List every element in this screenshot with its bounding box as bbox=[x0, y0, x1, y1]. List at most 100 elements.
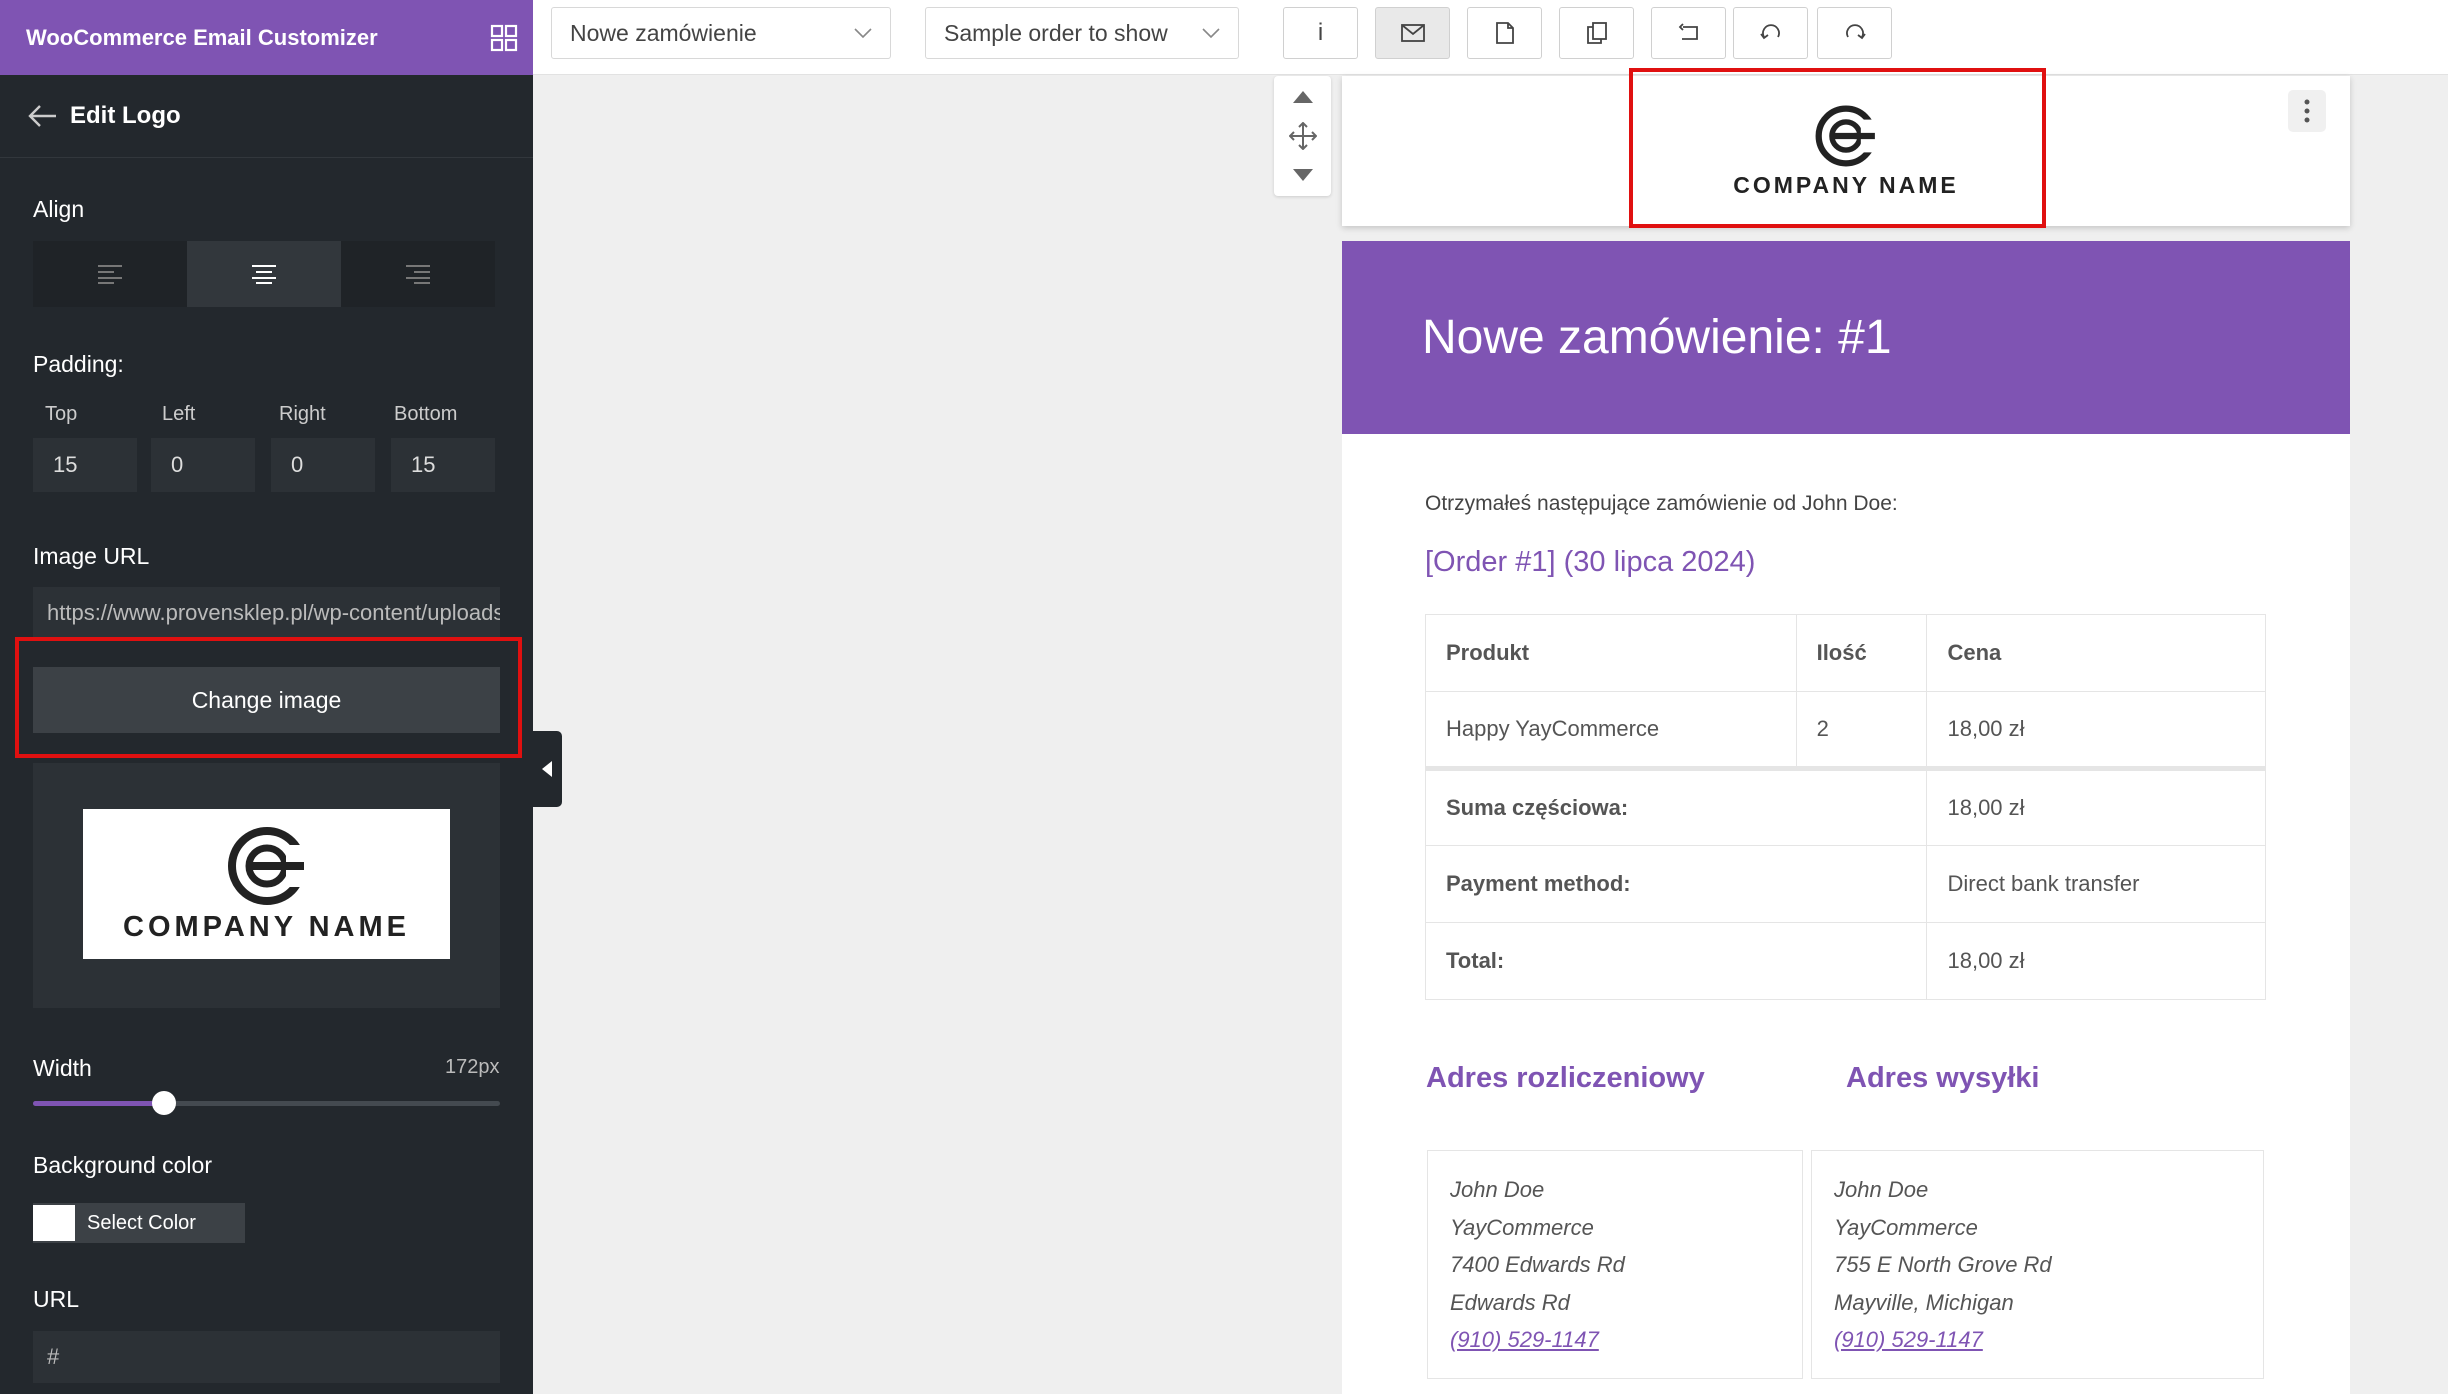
billing-company: YayCommerce bbox=[1450, 1214, 1594, 1240]
shipping-city: Mayville, Michigan bbox=[1834, 1289, 2014, 1315]
change-image-highlight bbox=[15, 637, 522, 758]
align-group bbox=[33, 241, 495, 307]
width-label: Width bbox=[33, 1055, 92, 1081]
select-color-button[interactable]: Select Color bbox=[33, 1203, 245, 1243]
subtotal-value: 18,00 zł bbox=[1926, 766, 2266, 846]
mail-icon bbox=[1400, 24, 1425, 42]
align-label: Align bbox=[33, 196, 85, 222]
total-label: Total: bbox=[1424, 922, 1928, 1000]
link-url-input[interactable] bbox=[33, 1331, 500, 1383]
billing-city: Edwards Rd bbox=[1450, 1289, 1570, 1315]
width-slider-fill bbox=[33, 1101, 164, 1106]
image-url-input[interactable] bbox=[33, 587, 500, 639]
billing-name: John Doe bbox=[1450, 1177, 1545, 1202]
file-icon bbox=[1495, 22, 1514, 44]
undo-button[interactable] bbox=[1733, 7, 1808, 59]
block-move-controls bbox=[1274, 76, 1331, 196]
sidebar: WooCommerce Email Customizer Edit Logo A… bbox=[0, 0, 533, 1394]
move-down-icon[interactable] bbox=[1292, 168, 1313, 181]
image-preview: COMPANY NAME bbox=[33, 763, 500, 1008]
undo-icon bbox=[1759, 24, 1780, 40]
sample-order-select[interactable]: Sample order to show bbox=[925, 7, 1239, 59]
payment-value: Direct bank transfer bbox=[1926, 845, 2266, 923]
logo-highlight bbox=[1629, 68, 2046, 228]
subtotal-label: Suma częściowa: bbox=[1424, 766, 1928, 846]
redo-icon bbox=[1845, 24, 1866, 40]
email-preview: COMPANY NAME Nowe zamówienie: #1 Otrzyma… bbox=[1342, 68, 2350, 1394]
image-url-label: Image URL bbox=[33, 543, 150, 569]
panel-header: Edit Logo bbox=[0, 75, 533, 158]
width-value: 172px bbox=[445, 1056, 500, 1078]
shipping-address-title: Adres wysyłki bbox=[1846, 1062, 2040, 1094]
padding-left-label: Left bbox=[162, 403, 196, 425]
payment-label: Payment method: bbox=[1424, 845, 1928, 923]
page-button[interactable] bbox=[1467, 7, 1542, 59]
back-arrow-icon[interactable] bbox=[28, 100, 60, 132]
billing-phone-link[interactable]: (910) 529-1147 bbox=[1450, 1321, 1802, 1359]
billing-street: 7400 Edwards Rd bbox=[1450, 1252, 1625, 1277]
info-button[interactable]: i bbox=[1283, 7, 1358, 59]
color-swatch bbox=[33, 1205, 75, 1241]
intro-text: Otrzymałeś następujące zamówienie od Joh… bbox=[1425, 492, 1898, 515]
logo-block[interactable]: COMPANY NAME bbox=[1342, 68, 2350, 228]
align-right-button[interactable] bbox=[341, 241, 495, 307]
billing-address-title: Adres rozliczeniowy bbox=[1426, 1062, 1705, 1094]
copy-button[interactable] bbox=[1559, 7, 1634, 59]
toolbar: Nowe zamówienie Sample order to show i bbox=[533, 0, 2448, 75]
column-header: Ilość bbox=[1795, 614, 1928, 692]
column-header: Produkt bbox=[1425, 614, 1797, 692]
background-color-label: Background color bbox=[33, 1152, 212, 1178]
width-slider-handle[interactable] bbox=[151, 1091, 176, 1115]
shipping-company: YayCommerce bbox=[1834, 1214, 1978, 1240]
caret-left-icon bbox=[541, 761, 552, 777]
reset-button[interactable] bbox=[1651, 7, 1726, 59]
company-logo-icon bbox=[227, 826, 308, 905]
product-qty: 2 bbox=[1795, 691, 1928, 769]
column-header: Cena bbox=[1926, 614, 2266, 692]
select-color-label: Select Color bbox=[87, 1211, 196, 1234]
table-row: Payment method: Direct bank transfer bbox=[1424, 845, 2266, 923]
align-center-button[interactable] bbox=[187, 241, 341, 307]
padding-left-input[interactable] bbox=[151, 438, 255, 492]
order-title: [Order #1] (30 lipca 2024) bbox=[1425, 546, 1756, 578]
copy-icon bbox=[1586, 22, 1607, 44]
shipping-street: 755 E North Grove Rd bbox=[1834, 1252, 2052, 1277]
width-slider[interactable] bbox=[33, 1091, 500, 1115]
drag-move-icon[interactable] bbox=[1288, 121, 1317, 150]
padding-bottom-input[interactable] bbox=[391, 438, 495, 492]
email-header[interactable]: Nowe zamówienie: #1 bbox=[1342, 241, 2350, 434]
padding-right-label: Right bbox=[279, 403, 326, 425]
chevron-down-icon bbox=[1202, 27, 1220, 38]
total-value: 18,00 zł bbox=[1926, 922, 2266, 1000]
send-test-email-button[interactable] bbox=[1375, 7, 1450, 59]
shipping-name: John Doe bbox=[1834, 1177, 1929, 1202]
billing-address: John Doe YayCommerce 7400 Edwards Rd Edw… bbox=[1427, 1150, 1803, 1379]
table-header-row: Produkt Ilość Cena bbox=[1425, 614, 2266, 692]
chevron-down-icon bbox=[854, 27, 872, 38]
info-icon: i bbox=[1317, 19, 1324, 46]
panel-title: Edit Logo bbox=[70, 102, 181, 129]
sidebar-collapse-handle[interactable] bbox=[533, 731, 562, 807]
move-up-icon[interactable] bbox=[1292, 91, 1313, 104]
padding-label: Padding: bbox=[33, 351, 124, 377]
table-row: Happy YayCommerce 2 18,00 zł bbox=[1425, 691, 2266, 769]
sidebar-header: WooCommerce Email Customizer bbox=[0, 0, 533, 75]
align-left-button[interactable] bbox=[33, 241, 187, 307]
product-name: Happy YayCommerce bbox=[1425, 691, 1797, 769]
more-options-icon[interactable] bbox=[2288, 90, 2326, 132]
padding-right-input[interactable] bbox=[271, 438, 375, 492]
grid-icon[interactable] bbox=[489, 23, 519, 53]
table-row: Total: 18,00 zł bbox=[1424, 922, 2266, 1000]
padding-bottom-label: Bottom bbox=[394, 403, 458, 425]
shipping-address: John Doe YayCommerce 755 E North Grove R… bbox=[1811, 1150, 2264, 1379]
email-heading: Nowe zamówienie: #1 bbox=[1422, 311, 1892, 364]
padding-top-input[interactable] bbox=[33, 438, 137, 492]
shipping-phone-link[interactable]: (910) 529-1147 bbox=[1834, 1321, 2263, 1359]
order-table: Produkt Ilość Cena Happy YayCommerce 2 1… bbox=[1424, 614, 2266, 1000]
preview-logo: COMPANY NAME bbox=[83, 809, 450, 959]
email-type-value: Nowe zamówienie bbox=[570, 19, 757, 46]
preview-logo-text: COMPANY NAME bbox=[123, 910, 410, 943]
email-type-select[interactable]: Nowe zamówienie bbox=[551, 7, 891, 59]
return-icon bbox=[1678, 23, 1698, 40]
redo-button[interactable] bbox=[1817, 7, 1892, 59]
